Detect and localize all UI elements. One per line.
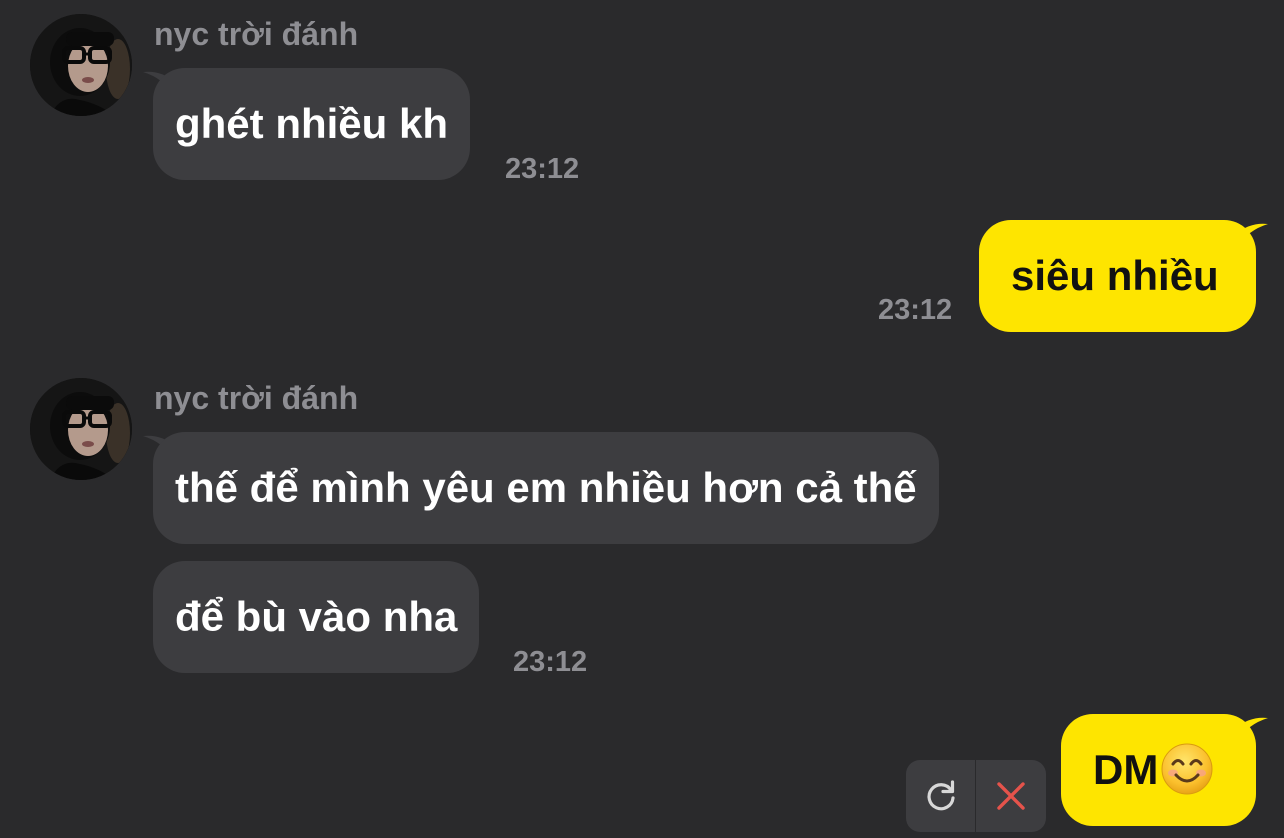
- delete-icon: [997, 782, 1025, 810]
- outgoing-message-bubble[interactable]: DM: [1061, 714, 1256, 826]
- retry-icon: [927, 780, 955, 811]
- contact-avatar[interactable]: [30, 14, 132, 116]
- sender-name: nyc trời đánh: [154, 380, 359, 416]
- delete-button[interactable]: [976, 760, 1046, 832]
- incoming-message-bubble[interactable]: để bù vào nha: [153, 561, 480, 673]
- incoming-message-bubble[interactable]: thế để mình yêu em nhiều hơn cả thế: [153, 432, 939, 544]
- message-timestamp: 23:12: [513, 646, 588, 678]
- message-timestamp: 23:12: [505, 153, 580, 185]
- incoming-message-bubble[interactable]: ghét nhiều kh: [153, 68, 470, 180]
- sender-name: nyc trời đánh: [154, 16, 359, 52]
- retry-button[interactable]: [906, 760, 976, 832]
- failed-message-actions: [906, 760, 1046, 832]
- message-text: DM: [1093, 746, 1159, 793]
- outgoing-message-bubble[interactable]: siêu nhiều: [979, 220, 1256, 332]
- message-timestamp: 23:12: [878, 294, 953, 326]
- contact-avatar[interactable]: [30, 378, 132, 480]
- chat-window: nyc trời đánh ghét nhiều kh 23:12 23:12 …: [0, 0, 1284, 838]
- smiling-face-emoji-icon: [1161, 743, 1213, 795]
